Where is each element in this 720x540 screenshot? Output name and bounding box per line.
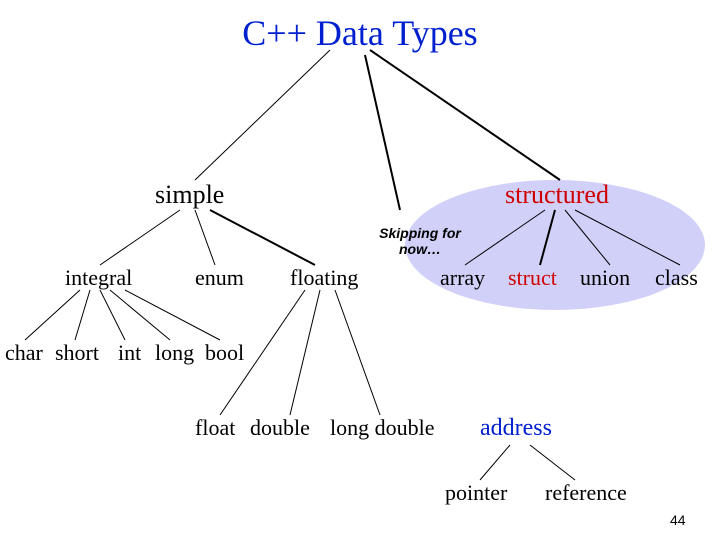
page-number: 44 (670, 512, 686, 528)
node-integral: integral (65, 265, 132, 291)
node-enum: enum (195, 265, 244, 291)
node-pointer: pointer (445, 480, 507, 506)
node-address: address (480, 415, 552, 442)
node-short: short (55, 340, 99, 366)
node-class: class (655, 265, 698, 291)
node-reference: reference (545, 480, 627, 506)
node-int: int (118, 340, 141, 366)
node-char: char (5, 340, 43, 366)
node-array: array (440, 265, 485, 291)
node-floating: floating (290, 265, 358, 291)
node-union: union (580, 265, 630, 291)
node-simple: simple (155, 180, 224, 210)
node-bool: bool (205, 340, 244, 366)
node-struct: struct (508, 265, 557, 291)
node-float: float (195, 415, 235, 441)
node-long-double: long double (330, 415, 435, 441)
node-structured: structured (505, 180, 609, 210)
diagram-title: C++ Data Types (0, 12, 720, 54)
annotation-skipping: Skipping for now… (370, 225, 470, 257)
node-double: double (250, 415, 310, 441)
node-long: long (155, 340, 194, 366)
